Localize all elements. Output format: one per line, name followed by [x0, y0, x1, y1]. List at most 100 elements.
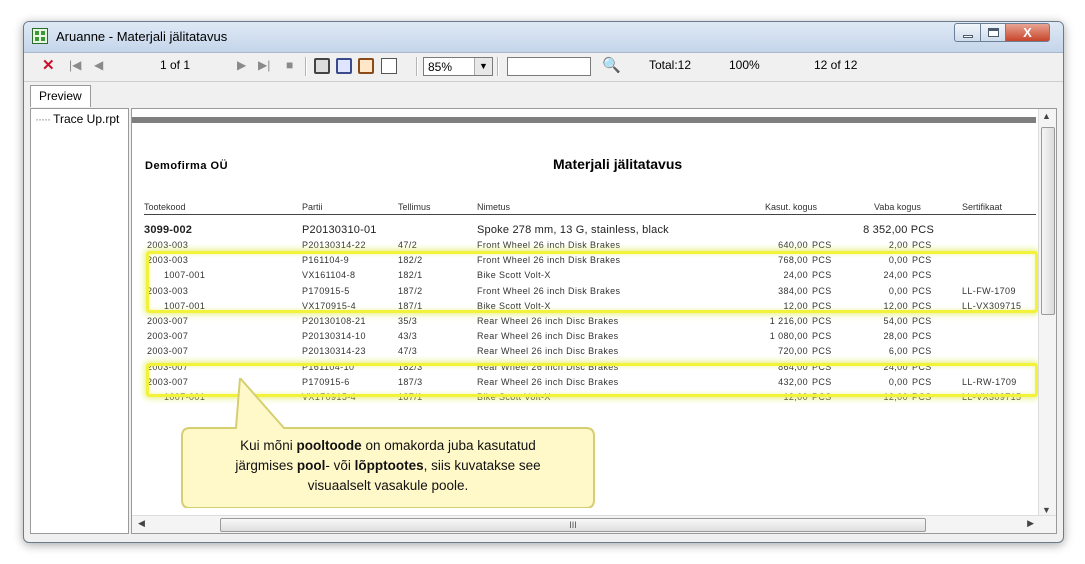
tab-preview[interactable]: Preview [30, 85, 91, 107]
cell-name: Rear Wheel 26 inch Disc Brakes [477, 331, 619, 341]
cell-free-unit: PCS [912, 331, 932, 341]
find-binoculars-icon[interactable]: 🔍 [602, 56, 621, 74]
cell-used: 1 080,00 [769, 331, 808, 341]
minimize-icon [963, 35, 973, 38]
last-page-button[interactable]: ▶| [258, 58, 270, 72]
column-header-lot: Partii [302, 202, 323, 212]
report-app-icon [32, 28, 48, 44]
close-window-button[interactable]: X [1005, 23, 1050, 42]
main-row-name: Spoke 278 mm, 13 G, stainless, black [477, 224, 669, 236]
close-report-button[interactable]: ✕ [42, 56, 55, 74]
print-setup-icon[interactable] [336, 58, 352, 74]
column-header-free: Vaba kogus [874, 202, 921, 212]
callout-keyword-lopptootes: lõpptootes [354, 458, 424, 473]
cell-order: 35/3 [398, 316, 418, 326]
cell-free-unit: PCS [912, 346, 932, 356]
records-label: 12 of 12 [814, 58, 858, 72]
vertical-scroll-thumb[interactable] [1041, 127, 1055, 315]
tree-item-trace-up[interactable]: ····· Trace Up.rpt [35, 112, 119, 126]
scroll-left-icon[interactable]: ◀ [138, 518, 145, 529]
cell-used-unit: PCS [812, 240, 832, 250]
zoom-select[interactable]: 85% ▼ [423, 57, 493, 76]
maximize-icon [988, 28, 999, 37]
search-input[interactable] [507, 57, 591, 76]
previous-page-button[interactable]: ◀ [94, 58, 103, 72]
maximize-button[interactable] [980, 23, 1006, 42]
toolbar-separator [305, 57, 307, 76]
column-header-code: Tootekood [144, 202, 186, 212]
cell-name: Front Wheel 26 inch Disk Brakes [477, 240, 621, 250]
company-name: Demofirma OÜ [145, 160, 229, 172]
cell-lot: P20130314-10 [302, 331, 366, 341]
cell-used-unit: PCS [812, 316, 832, 326]
cell-free: 2,00 [888, 240, 908, 250]
explanation-callout: Kui mõni pooltoode on omakorda juba kasu… [180, 378, 596, 508]
stop-button[interactable]: ■ [286, 58, 293, 72]
first-page-button[interactable]: |◀ [69, 58, 81, 72]
toolbar-separator [497, 57, 499, 76]
cell-used-unit: PCS [812, 346, 832, 356]
cell-code: 2003-007 [147, 331, 189, 341]
chevron-down-icon[interactable]: ▼ [474, 58, 492, 75]
callout-keyword-pooltoode: pooltoode [296, 438, 362, 453]
column-header-cert: Sertifikaat [962, 202, 1003, 212]
callout-text-part: järgmises [235, 458, 297, 473]
column-header-used: Kasut. kogus [765, 202, 818, 212]
horizontal-scrollbar[interactable]: ◀ III ▶ [132, 515, 1056, 533]
cell-used: 640,00 [778, 240, 808, 250]
highlight-box-front-wheel [146, 251, 1038, 313]
toggle-tree-icon[interactable] [381, 58, 397, 74]
horizontal-scroll-thumb[interactable]: III [220, 518, 926, 532]
tab-strip: Preview [24, 82, 1063, 108]
column-header-name: Nimetus [477, 202, 511, 212]
title-bar: Aruanne - Materjali jälitatavus X [24, 22, 1063, 53]
next-page-button[interactable]: ▶ [237, 58, 246, 72]
main-row-code: 3099-002 [144, 224, 193, 236]
group-tree-pane: ····· Trace Up.rpt [30, 108, 129, 534]
scroll-up-icon[interactable]: ▲ [1042, 111, 1051, 121]
column-header-order: Tellimus [398, 202, 431, 212]
cell-used-unit: PCS [812, 331, 832, 341]
callout-text-part: on omakorda juba kasutatud [361, 438, 536, 453]
cell-free: 54,00 [883, 316, 908, 326]
tree-connector: ····· [35, 112, 51, 126]
cell-free: 6,00 [888, 346, 908, 356]
window-title: Aruanne - Materjali jälitatavus [56, 29, 228, 44]
cell-order: 43/3 [398, 331, 418, 341]
zoom-value: 85% [428, 60, 453, 74]
percent-label: 100% [729, 58, 760, 72]
print-icon[interactable] [314, 58, 330, 74]
cell-lot: P20130108-21 [302, 316, 366, 326]
cell-used: 1 216,00 [769, 316, 808, 326]
cell-free-unit: PCS [912, 240, 932, 250]
callout-text-part: - või [325, 458, 355, 473]
callout-text: Kui mõni pooltoode on omakorda juba kasu… [180, 436, 596, 496]
scroll-right-icon[interactable]: ▶ [1027, 518, 1034, 529]
cell-name: Rear Wheel 26 inch Disc Brakes [477, 316, 619, 326]
scroll-down-icon[interactable]: ▼ [1042, 505, 1051, 515]
cell-lot: P20130314-22 [302, 240, 366, 250]
cell-code: 2003-003 [147, 240, 189, 250]
callout-keyword-pool: pool [296, 458, 326, 473]
vertical-scrollbar[interactable]: ▲ ▼ [1038, 109, 1056, 517]
page-indicator: 1 of 1 [160, 58, 191, 72]
cell-free-unit: PCS [912, 316, 932, 326]
report-title: Materjali jälitatavus [553, 156, 683, 172]
callout-text-part: , siis kuvatakse see [423, 458, 541, 473]
callout-text-part: Kui mõni [240, 438, 297, 453]
cell-code: 2003-007 [147, 346, 189, 356]
main-row-free: 8 352,00 PCS [863, 224, 934, 236]
header-divider [144, 214, 1036, 215]
cell-name: Rear Wheel 26 inch Disc Brakes [477, 346, 619, 356]
cell-order: 47/3 [398, 346, 418, 356]
close-icon: X [1023, 25, 1032, 40]
export-icon[interactable] [358, 58, 374, 74]
main-row-lot: P20130310-01 [302, 224, 377, 236]
toolbar-separator [416, 57, 418, 76]
cell-code: 2003-007 [147, 316, 189, 326]
toolbar: ✕ |◀ ◀ 1 of 1 ▶ ▶| ■ 85% ▼ 🔍 Total:12 10… [24, 53, 1063, 82]
cell-lot: P20130314-23 [302, 346, 366, 356]
cell-order: 47/2 [398, 240, 418, 250]
callout-text-part: visuaalselt vasakule poole. [307, 478, 469, 493]
minimize-button[interactable] [954, 23, 981, 42]
